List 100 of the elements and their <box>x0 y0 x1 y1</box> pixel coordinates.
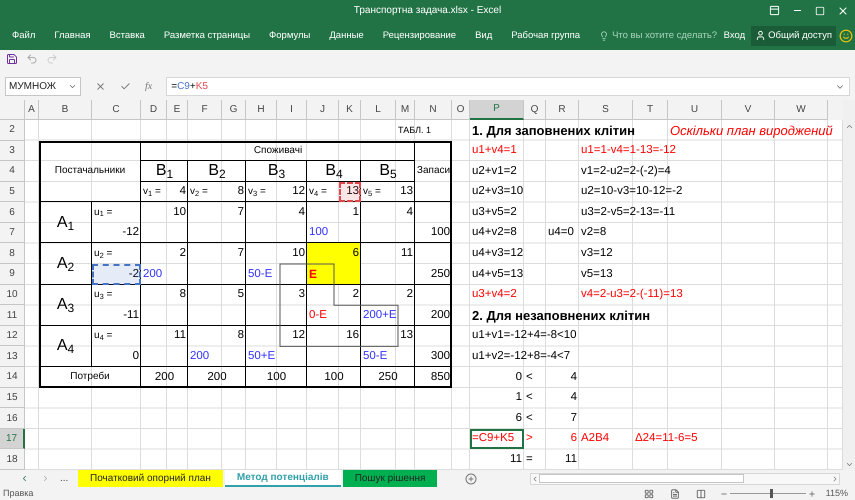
row-header[interactable]: 7 <box>0 222 25 244</box>
sheet-cell-text: 200 <box>430 310 451 322</box>
more-sheets-button[interactable]: ... <box>60 471 78 486</box>
sheet-cell-text: v4=2-u3=2-(-11)=13 <box>580 289 684 301</box>
sheet-cell-text: Споживачі <box>252 146 304 156</box>
sheet-cell-text: Δ24=11-6=5 <box>634 433 698 445</box>
row-header[interactable]: 2 <box>0 120 25 141</box>
sheet-tab[interactable]: Пошук рішення <box>342 470 438 488</box>
sheet-cell-text: v$_{1}$ = <box>142 187 162 197</box>
row-header[interactable]: 18 <box>0 449 25 470</box>
scroll-right-icon <box>831 474 839 483</box>
sheet-cell-text: v5=13 <box>580 268 614 280</box>
ribbon-tab[interactable]: Вставка <box>110 28 145 44</box>
close-icon[interactable] <box>837 4 849 17</box>
sheet-cell-text: 12 <box>291 186 306 198</box>
row-header[interactable]: 14 <box>0 367 25 388</box>
ribbon-tab[interactable]: Главная <box>54 28 91 44</box>
sheet-cell-text: u2+v3=10 <box>471 186 524 198</box>
zoom-slider[interactable] <box>730 489 806 498</box>
page-layout-icon[interactable] <box>670 488 680 499</box>
ribbon-tab[interactable]: Разметка страницы <box>164 28 250 44</box>
sheet-cell-text: u4=0 <box>547 227 575 239</box>
sheet-cell-text: u1+v2=-12+8=-4<7 <box>471 351 572 362</box>
page-break-icon[interactable] <box>696 488 706 499</box>
sheet-cell-text: v$_{2}$ = <box>189 187 209 197</box>
sheet-cell-text: u2=10-v3=10-12=-2 <box>580 186 684 198</box>
row-header[interactable]: 17 <box>0 428 25 450</box>
scrollbar-thumb[interactable] <box>539 474 744 484</box>
ribbon-tab[interactable]: Данные <box>329 28 364 44</box>
sheet-cell-text: u2+v1=2 <box>471 166 518 178</box>
sheet-cell-text: 2 <box>406 289 414 301</box>
name-box[interactable]: МУМНОЖ <box>5 77 81 96</box>
zoom-thumb[interactable] <box>770 489 774 498</box>
sheet-tab[interactable]: Початковий опорний план <box>78 470 223 488</box>
scroll-left-icon <box>531 474 539 483</box>
zoom-in-icon[interactable] <box>808 490 816 498</box>
share-button[interactable]: Общий доступ <box>751 26 836 46</box>
sheet-cell-text: u$_{2}$ = <box>93 248 114 259</box>
row-header[interactable]: 13 <box>0 346 25 368</box>
sheet-cell-text: 200 <box>154 372 176 384</box>
ribbon-tab[interactable]: Файл <box>12 28 36 44</box>
row-header[interactable]: 16 <box>0 408 25 429</box>
status-text: Правка <box>3 486 34 500</box>
sheet-cell-text: 6 <box>570 433 578 445</box>
add-sheet-icon[interactable] <box>465 472 478 485</box>
sheet-cell-text: 4 <box>570 392 578 404</box>
row-header[interactable]: 6 <box>0 202 25 223</box>
table-cell-frame <box>141 284 188 326</box>
row-header[interactable]: 8 <box>0 243 25 264</box>
row-header[interactable]: 4 <box>0 161 25 182</box>
ribbon-tab[interactable]: Рецензирование <box>382 28 456 44</box>
sheet-cell-text: = <box>525 454 534 466</box>
save-icon[interactable] <box>6 52 18 65</box>
sheet-cell-text: A$_{3}$ <box>56 297 76 314</box>
sheet-cell-text: 250 <box>430 268 451 280</box>
formula-field[interactable]: =C9+K5 <box>166 77 850 96</box>
insert-function-button[interactable]: fx <box>145 79 152 94</box>
sign-in-link[interactable]: Вход <box>724 28 746 44</box>
sheet-cell-text: < <box>525 392 534 404</box>
row-header[interactable]: 3 <box>0 140 25 162</box>
sheet-cell-text: Запаси <box>416 166 452 176</box>
sheet-cell-text: 8 <box>178 289 187 301</box>
sheet-cell-text: 50+E <box>247 351 276 362</box>
lightbulb-icon <box>599 30 610 41</box>
ribbon-display-icon[interactable] <box>769 5 780 16</box>
sheet-cell-text: 4 <box>178 186 187 198</box>
sheet-cell-text: 1. Для заповнених клітин <box>471 124 636 137</box>
sheet-cell-text: v3=12 <box>580 248 614 260</box>
table-cell-frame <box>188 284 246 326</box>
sheet-cell-text: 6 <box>352 248 360 260</box>
cancel-icon[interactable] <box>95 81 106 92</box>
undo-icon[interactable] <box>26 52 38 65</box>
ribbon-tab[interactable]: Вид <box>475 28 492 44</box>
normal-view-icon[interactable] <box>644 488 654 499</box>
sheet-cell-text: 4 <box>406 206 414 218</box>
ribbon-tab[interactable]: Рабочая группа <box>511 28 580 44</box>
previous-sheet-icon[interactable] <box>20 474 29 484</box>
sheet-cell-text: u4+v2=8 <box>471 227 518 239</box>
sheet-cell-text: A$_{4}$ <box>56 338 76 354</box>
row-header[interactable]: 11 <box>0 305 25 326</box>
sheet-cell-text: B$_{1}$ <box>154 163 174 180</box>
row-header[interactable]: 5 <box>0 182 25 202</box>
table-cell-frame <box>92 284 141 326</box>
horizontal-scrollbar[interactable] <box>530 472 840 485</box>
sheet-cell-text: u1=1-v4=1-13=-12 <box>580 145 677 157</box>
sheet-cell-text: =C9+K5 <box>471 433 516 445</box>
row-header[interactable]: 9 <box>0 264 25 285</box>
row-header[interactable]: 12 <box>0 326 25 346</box>
sheet-cell-text: 11 <box>400 248 414 260</box>
ribbon-tab[interactable]: Формулы <box>269 28 310 44</box>
sheet-cell-text: 13 <box>345 186 360 198</box>
row-header[interactable]: 10 <box>0 284 25 306</box>
sheet-cell-text: Потреби <box>69 372 111 382</box>
column-header[interactable]: P <box>470 100 524 120</box>
row-header[interactable]: 15 <box>0 388 25 408</box>
smiley-icon[interactable] <box>839 28 853 43</box>
sheet-cell-text: -12 <box>121 227 140 239</box>
maximize-icon[interactable] <box>815 6 825 16</box>
zoom-level[interactable]: 115% <box>826 486 848 500</box>
sheet-cell-text: 8 <box>236 330 245 342</box>
